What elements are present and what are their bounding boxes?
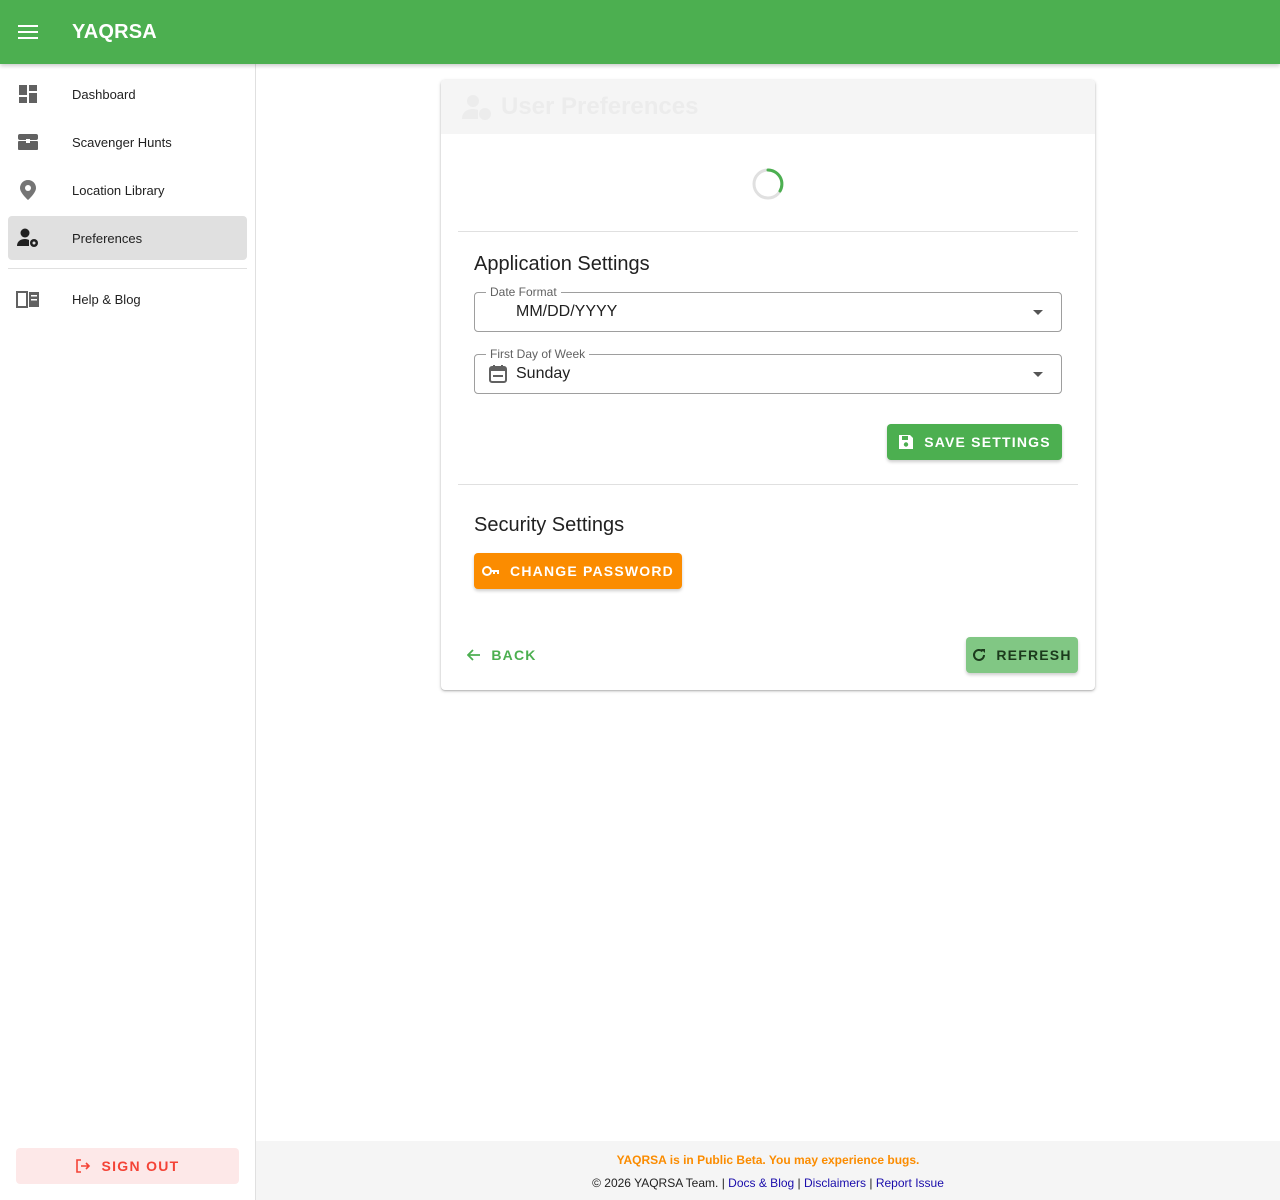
- sidebar-item-help-blog[interactable]: Help & Blog: [8, 277, 247, 321]
- chevron-down-icon: [1033, 310, 1043, 315]
- save-icon: [899, 435, 914, 449]
- sidebar-item-scavenger-hunts[interactable]: Scavenger Hunts: [8, 120, 247, 164]
- footer-separator: |: [869, 1176, 873, 1190]
- refresh-icon: [973, 648, 986, 661]
- sidebar-item-label: Scavenger Hunts: [72, 134, 172, 150]
- calendar-icon: [489, 365, 507, 383]
- back-button[interactable]: BACK: [464, 637, 540, 673]
- section-divider: [458, 231, 1078, 232]
- book-icon: [16, 287, 40, 311]
- card-title: User Preferences: [501, 93, 699, 120]
- refresh-label: REFRESH: [996, 647, 1072, 663]
- save-settings-button[interactable]: SAVE SETTINGS: [887, 424, 1062, 460]
- card-header: User Preferences: [441, 80, 1095, 134]
- date-format-label: Date Format: [486, 285, 561, 299]
- footer: YAQRSA is in Public Beta. You may experi…: [256, 1141, 1280, 1200]
- sidebar-item-preferences[interactable]: Preferences: [8, 216, 247, 260]
- section-title-application: Application Settings: [474, 253, 650, 275]
- dashboard-icon: [16, 82, 40, 106]
- sidebar-item-label: Dashboard: [72, 86, 136, 102]
- app-bar: YAQRSA: [0, 0, 1280, 64]
- app-title[interactable]: YAQRSA: [72, 21, 157, 44]
- copyright-text: © 2026 YAQRSA Team.: [592, 1176, 719, 1190]
- sidebar-item-label: Help & Blog: [72, 291, 141, 307]
- user-settings-icon: [16, 226, 40, 250]
- date-format-value: MM/DD/YYYY: [516, 303, 618, 320]
- change-password-label: CHANGE PASSWORD: [510, 563, 674, 579]
- first-day-label: First Day of Week: [486, 347, 590, 361]
- menu-button[interactable]: [0, 0, 56, 64]
- arrow-left-icon: [467, 649, 481, 661]
- menu-icon: [18, 25, 38, 39]
- change-password-button[interactable]: CHANGE PASSWORD: [474, 553, 682, 589]
- section-title-security: Security Settings: [474, 514, 625, 536]
- sign-out-button[interactable]: SIGN OUT: [16, 1148, 239, 1184]
- back-label: BACK: [491, 647, 537, 663]
- sidebar-item-label: Preferences: [72, 230, 143, 246]
- sign-out-label: SIGN OUT: [101, 1158, 180, 1174]
- save-settings-label: SAVE SETTINGS: [924, 434, 1051, 450]
- first-day-of-week-select[interactable]: First Day of Week Sunday: [474, 347, 1062, 394]
- footer-separator: |: [721, 1176, 725, 1190]
- sidebar-item-location-library[interactable]: Location Library: [8, 168, 247, 212]
- logout-icon: [76, 1159, 91, 1173]
- beta-notice: YAQRSA is in Public Beta. You may experi…: [616, 1153, 920, 1167]
- footer-separator: |: [797, 1176, 801, 1190]
- preferences-card: User Preferences Application Settings Da…: [441, 80, 1095, 690]
- sidebar-item-label: Location Library: [72, 182, 165, 198]
- loading-spinner: [752, 168, 784, 200]
- user-settings-icon: [462, 95, 491, 120]
- date-format-select[interactable]: Date Format MM/DD/YYYY: [474, 285, 1062, 332]
- disclaimers-link[interactable]: Disclaimers: [804, 1176, 866, 1190]
- chevron-down-icon: [1033, 372, 1043, 377]
- key-icon: [482, 566, 500, 576]
- report-issue-link[interactable]: Report Issue: [876, 1176, 944, 1190]
- first-day-value: Sunday: [516, 365, 571, 382]
- docs-blog-link[interactable]: Docs & Blog: [728, 1176, 794, 1190]
- refresh-button[interactable]: REFRESH: [966, 637, 1078, 673]
- sidebar-divider: [8, 268, 247, 269]
- section-divider: [458, 484, 1078, 485]
- footer-links: © 2026 YAQRSA Team. | Docs & Blog | Disc…: [256, 1176, 1280, 1190]
- sidebar-item-dashboard[interactable]: Dashboard: [8, 72, 247, 116]
- map-pin-icon: [16, 178, 40, 202]
- treasure-chest-icon: [16, 130, 40, 154]
- sidebar: Dashboard Scavenger Hunts Location Libra…: [0, 64, 256, 1200]
